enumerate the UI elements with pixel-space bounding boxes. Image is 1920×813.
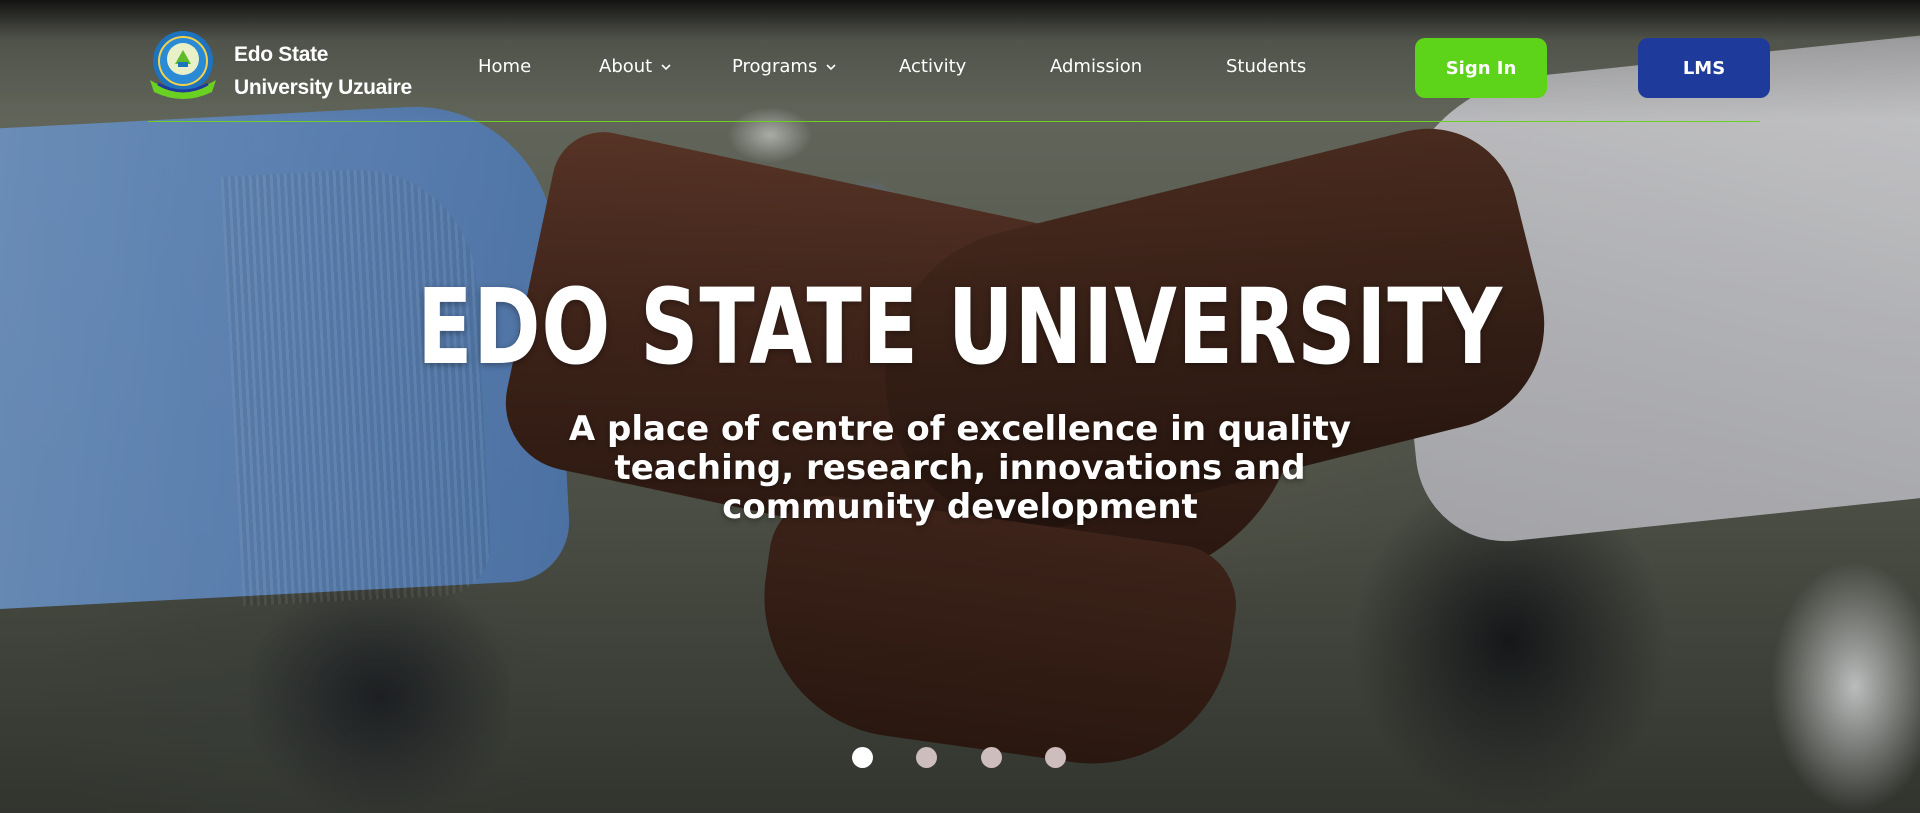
hero-title: EDO STATE UNIVERSITY	[417, 266, 1503, 388]
nav-item-label: Admission	[1050, 56, 1143, 77]
nav-item-label: Home	[478, 56, 532, 77]
carousel-dot-2[interactable]	[916, 747, 937, 768]
sign-in-button[interactable]: Sign In	[1415, 38, 1547, 98]
nav-item-admission[interactable]: Admission	[1050, 56, 1142, 77]
university-crest-icon[interactable]	[148, 28, 218, 102]
brand-line-1: Edo State	[234, 43, 329, 66]
nav-item-label: About	[599, 56, 653, 77]
site-brand-name[interactable]: Edo State University Uzuaire	[234, 38, 412, 104]
carousel-dot-3[interactable]	[981, 747, 1002, 768]
brand-line-2: University Uzuaire	[234, 76, 412, 99]
nav-item-activity[interactable]: Activity	[899, 56, 966, 77]
chevron-down-icon	[660, 61, 672, 73]
nav-item-students[interactable]: Students	[1226, 56, 1306, 77]
chevron-down-icon	[825, 61, 837, 73]
carousel-dot-1[interactable]	[852, 747, 873, 768]
lms-button[interactable]: LMS	[1638, 38, 1770, 98]
nav-item-label: Programs	[732, 56, 818, 77]
nav-item-programs[interactable]: Programs	[732, 56, 837, 77]
carousel-dot-4[interactable]	[1045, 747, 1066, 768]
hero-subtitle: A place of centre of excellence in quali…	[568, 409, 1352, 527]
site-header: Edo State University Uzuaire Home About …	[148, 26, 1770, 122]
nav-item-label: Students	[1226, 56, 1307, 77]
nav-item-label: Activity	[899, 56, 967, 77]
nav-item-about[interactable]: About	[599, 56, 672, 77]
nav-item-home[interactable]: Home	[478, 56, 531, 77]
